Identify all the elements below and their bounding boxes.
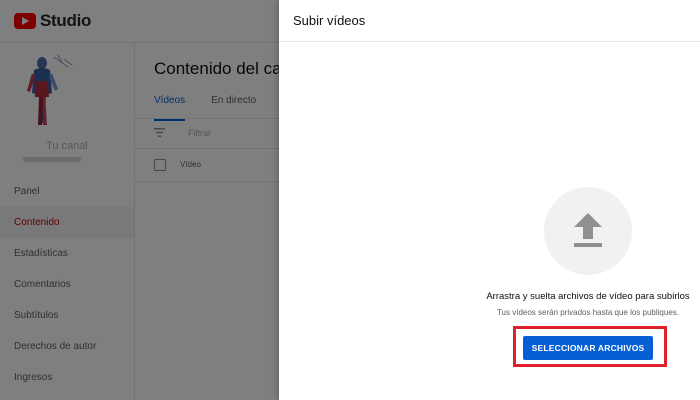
drag-drop-instructions: Arrastra y suelta archivos de vídeo para…	[486, 291, 690, 302]
upload-drop-zone[interactable]	[544, 187, 632, 275]
dialog-header: Subir vídeos	[279, 0, 700, 42]
upload-arrow-icon	[574, 213, 602, 247]
dialog-title: Subir vídeos	[293, 13, 366, 28]
privacy-note: Tus vídeos serán privados hasta que los …	[496, 308, 680, 317]
select-files-button[interactable]: SELECCIONAR ARCHIVOS	[523, 336, 653, 360]
studio-app: Studio Tu canal Panel Contenido Estadíst…	[0, 0, 700, 400]
upload-dialog: Subir vídeos Arrastra y suelta archivos …	[279, 0, 700, 400]
